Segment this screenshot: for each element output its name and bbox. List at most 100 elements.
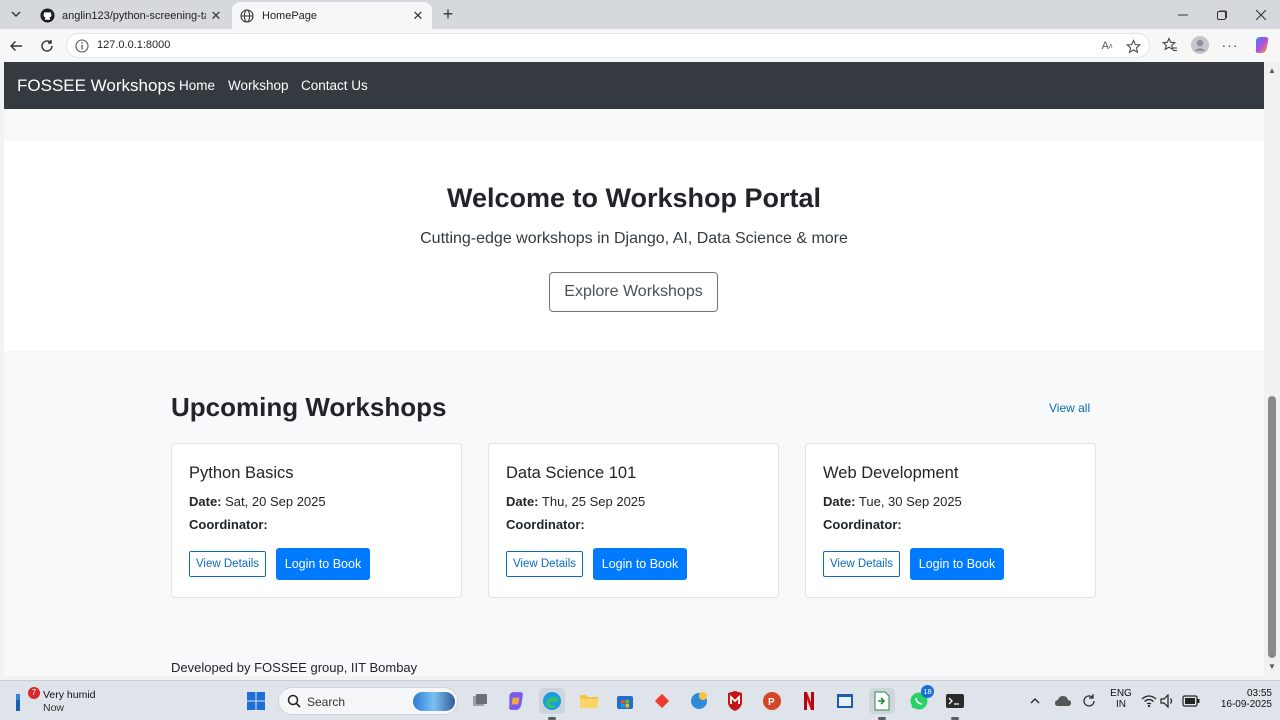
favorite-star-icon[interactable] (1125, 38, 1141, 54)
tab-title: HomePage (262, 9, 318, 22)
language-region: IN (1116, 699, 1126, 710)
coordinator-label: Coordinator: (506, 517, 585, 532)
explore-workshops-button[interactable]: Explore Workshops (549, 272, 718, 312)
workshop-card: Data Science 101 Date: Thu, 25 Sep 2025 … (488, 443, 779, 598)
workshop-coordinator: Coordinator: (823, 517, 902, 532)
tab-github[interactable]: anglin123/python-screening-task ✕ (32, 2, 230, 29)
nav-link-home[interactable]: Home (179, 78, 215, 93)
view-details-button[interactable]: View Details (506, 551, 583, 577)
coordinator-label: Coordinator: (189, 517, 268, 532)
search-icon (287, 694, 301, 708)
coordinator-label: Coordinator: (823, 517, 902, 532)
hero-subtitle: Cutting-edge workshops in Django, AI, Da… (420, 230, 848, 247)
login-to-book-button[interactable]: Login to Book (593, 548, 687, 580)
tab-list-chevron-icon[interactable] (4, 3, 28, 25)
more-options-icon[interactable]: ··· (1220, 35, 1240, 55)
page-scrollbar[interactable]: ▲ ▼ (1264, 62, 1280, 676)
refresh-icon[interactable] (35, 34, 59, 58)
close-window-icon[interactable] (1241, 0, 1280, 29)
upcoming-workshops-heading: Upcoming Workshops (171, 392, 447, 422)
workshop-card: Web Development Date: Tue, 30 Sep 2025 C… (805, 443, 1096, 598)
nav-link-workshop[interactable]: Workshop (228, 78, 289, 93)
windows-start-icon[interactable] (243, 688, 269, 714)
file-explorer-icon[interactable] (576, 688, 602, 714)
copilot-icon[interactable] (1252, 35, 1272, 55)
clock-date: 16-09-2025 (1220, 699, 1272, 710)
date-label: Date: (189, 494, 222, 509)
date-value: Sat, 20 Sep 2025 (225, 494, 326, 509)
workshop-title: Data Science 101 (506, 464, 637, 482)
read-aloud-icon[interactable]: Aʌ (1099, 38, 1115, 54)
language-indicator[interactable]: ENG IN (1108, 688, 1134, 710)
view-all-link[interactable]: View all (1049, 401, 1090, 415)
weather-time: Now (43, 702, 65, 714)
powerpoint-icon[interactable]: P (759, 688, 785, 714)
netflix-icon[interactable] (796, 688, 822, 714)
task-view-icon[interactable] (467, 688, 493, 714)
search-highlight-icon (413, 692, 455, 711)
login-to-book-button[interactable]: Login to Book (910, 548, 1004, 580)
back-icon[interactable] (4, 34, 28, 58)
svg-text:P: P (768, 697, 775, 708)
scroll-down-arrow-icon[interactable]: ▼ (1267, 662, 1277, 672)
nav-link-contact[interactable]: Contact Us (301, 78, 368, 93)
onedrive-icon[interactable] (1050, 688, 1076, 714)
taskbar-search[interactable]: Search (278, 687, 458, 715)
workshop-date: Date: Sat, 20 Sep 2025 (189, 494, 326, 509)
edge-browser-icon[interactable] (539, 688, 565, 714)
workshop-title: Python Basics (189, 464, 294, 482)
windows-taskbar: 7 Very humid Now Search P 18 ENG IN 03:5… (0, 680, 1280, 720)
footer-credit: Developed by FOSSEE group, IIT Bombay (171, 660, 418, 675)
wifi-icon[interactable] (1140, 688, 1158, 714)
url-text: 127.0.0.1:8000 (97, 39, 171, 51)
clock-time: 03:55 (1246, 688, 1272, 699)
scrollbar-thumb[interactable] (1268, 396, 1276, 658)
date-value: Tue, 30 Sep 2025 (858, 494, 962, 509)
login-to-book-button[interactable]: Login to Book (276, 548, 370, 580)
python-app-icon[interactable] (686, 688, 712, 714)
battery-icon[interactable] (1180, 688, 1202, 714)
date-label: Date: (506, 494, 539, 509)
workshop-coordinator: Coordinator: (506, 517, 585, 532)
tab-homepage[interactable]: HomePage ✕ (232, 2, 432, 29)
workshop-date: Date: Thu, 25 Sep 2025 (506, 494, 645, 509)
copilot-app-icon[interactable] (503, 688, 529, 714)
show-hidden-icons-chevron-icon[interactable] (1022, 688, 1048, 714)
site-info-icon[interactable] (75, 39, 89, 53)
site-navbar: FOSSEE Workshops Home Workshop Contact U… (4, 62, 1264, 109)
weather-badge: 7 (28, 687, 40, 699)
terminal-icon[interactable] (942, 688, 968, 714)
address-bar[interactable]: 127.0.0.1:8000 Aʌ (66, 33, 1150, 58)
tab-close-icon[interactable]: ✕ (408, 6, 428, 26)
system-clock[interactable]: 03:55 16-09-2025 (1206, 688, 1272, 710)
sync-icon[interactable] (1076, 688, 1102, 714)
scroll-up-arrow-icon[interactable]: ▲ (1267, 66, 1277, 76)
mcafee-icon[interactable] (722, 688, 748, 714)
language-code: ENG (1110, 688, 1132, 699)
document-app-icon[interactable] (869, 688, 895, 714)
app-window-icon[interactable] (832, 688, 858, 714)
site-brand[interactable]: FOSSEE Workshops (17, 76, 175, 96)
browser-tabstrip: anglin123/python-screening-task ✕ HomePa… (0, 0, 1280, 29)
weather-text: Very humid (43, 689, 96, 701)
whatsapp-icon[interactable]: 18 (906, 685, 934, 714)
view-details-button[interactable]: View Details (823, 551, 900, 577)
favorites-icon[interactable] (1160, 35, 1180, 55)
hero-title: Welcome to Workshop Portal (446, 183, 822, 213)
browser-toolbar: 127.0.0.1:8000 Aʌ ··· (0, 29, 1280, 62)
date-label: Date: (823, 494, 856, 509)
tab-close-icon[interactable]: ✕ (206, 6, 226, 26)
github-icon (39, 8, 55, 24)
whatsapp-badge: 18 (921, 685, 934, 698)
hero-section: Welcome to Workshop Portal Cutting-edge … (4, 141, 1264, 351)
workshop-card: Python Basics Date: Sat, 20 Sep 2025 Coo… (171, 443, 462, 598)
new-tab-icon[interactable]: + (437, 3, 459, 25)
minimize-icon[interactable] (1163, 0, 1203, 29)
volume-icon[interactable] (1159, 688, 1177, 714)
view-details-button[interactable]: View Details (189, 551, 266, 577)
profile-avatar-icon[interactable] (1190, 35, 1210, 55)
workshop-title: Web Development (823, 464, 959, 482)
restore-icon[interactable] (1202, 0, 1242, 29)
anydesk-icon[interactable] (649, 688, 675, 714)
microsoft-store-icon[interactable] (612, 688, 638, 714)
